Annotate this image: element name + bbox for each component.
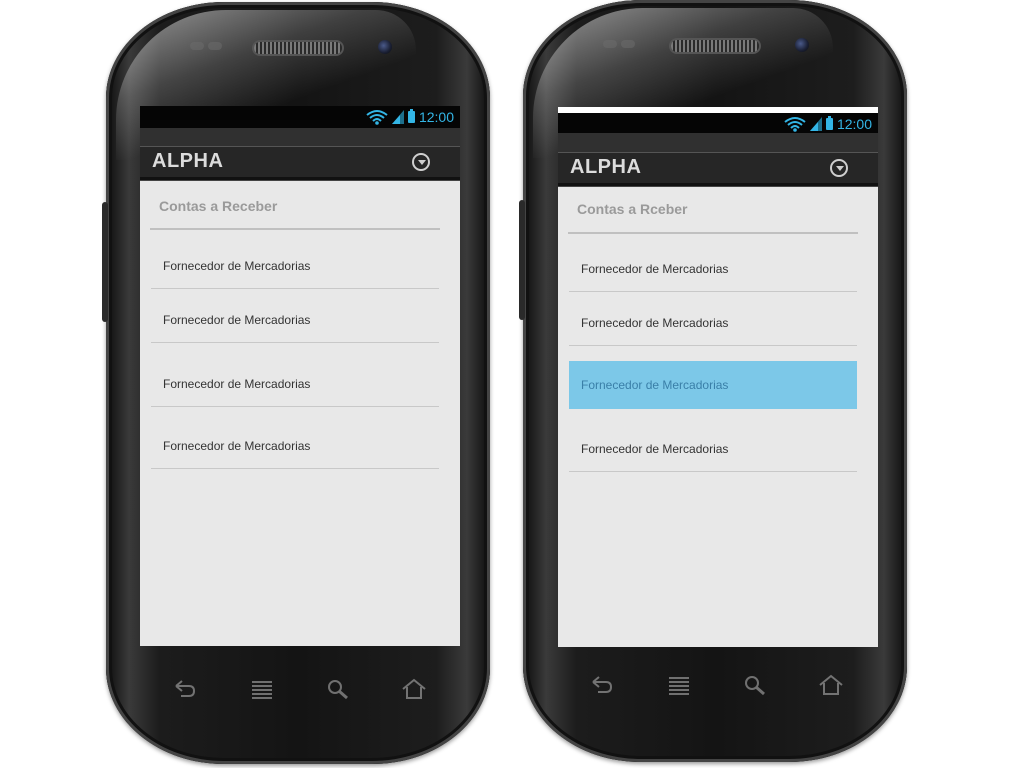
earpiece-speaker bbox=[254, 42, 342, 54]
list-item-selected[interactable]: Fornecedor de Mercadorias bbox=[569, 361, 857, 409]
list-item[interactable]: Fornecedor de Mercadorias bbox=[569, 292, 857, 346]
phone-left: 12:00 ALPHA Contas a Receber Fornecedor … bbox=[102, 2, 490, 764]
light-sensor bbox=[621, 40, 635, 48]
list-item-label: Fornecedor de Mercadorias bbox=[581, 442, 729, 456]
nav-bar bbox=[106, 670, 490, 710]
list-item[interactable]: Fornecedor de Mercadorias bbox=[151, 407, 439, 469]
screen: 12:00 ALPHA Contas a Receber Fornecedor … bbox=[140, 106, 460, 646]
front-camera bbox=[795, 38, 809, 52]
light-sensor bbox=[208, 42, 222, 50]
status-time: 12:00 bbox=[836, 116, 872, 132]
section-divider bbox=[150, 228, 440, 230]
status-bar: 12:00 bbox=[558, 113, 878, 133]
list-item-label: Fornecedor de Mercadorias bbox=[163, 377, 311, 391]
menu-icon[interactable] bbox=[250, 678, 274, 700]
wifi-icon bbox=[784, 117, 806, 132]
phone-right: 12:00 ALPHA Contas a Rceber Fornecedor d… bbox=[519, 0, 907, 762]
app-title: ALPHA bbox=[152, 150, 224, 172]
earpiece-speaker bbox=[671, 40, 759, 52]
list-item[interactable]: Fornecedor de Mercadorias bbox=[569, 409, 857, 472]
status-bar: 12:00 bbox=[140, 106, 460, 128]
list-item[interactable]: Fornecedor de Mercadorias bbox=[151, 289, 439, 343]
section-divider bbox=[568, 232, 858, 234]
list-item-label: Fornecedor de Mercadorias bbox=[163, 313, 311, 327]
battery-icon bbox=[407, 109, 415, 123]
list-item-label: Fornecedor de Mercadorias bbox=[581, 262, 729, 276]
app-title: ALPHA bbox=[570, 156, 642, 178]
battery-icon bbox=[825, 116, 833, 130]
home-icon[interactable] bbox=[402, 678, 426, 700]
dropdown-icon[interactable] bbox=[830, 159, 848, 177]
home-icon[interactable] bbox=[819, 674, 843, 696]
status-time: 12:00 bbox=[418, 109, 454, 125]
volume-button bbox=[519, 200, 525, 320]
signal-icon bbox=[809, 117, 822, 131]
proximity-sensor bbox=[603, 40, 617, 48]
signal-icon bbox=[391, 110, 404, 124]
status-bar-shade bbox=[140, 128, 460, 146]
back-icon[interactable] bbox=[172, 678, 196, 700]
list-item-label: Fornecedor de Mercadorias bbox=[581, 316, 729, 330]
list-item[interactable]: Fornecedor de Mercadorias bbox=[151, 241, 439, 289]
screen: 12:00 ALPHA Contas a Rceber Fornecedor d… bbox=[558, 107, 878, 647]
list-item-label: Fornecedor de Mercadorias bbox=[581, 378, 729, 392]
action-bar: ALPHA bbox=[140, 146, 460, 180]
menu-icon[interactable] bbox=[667, 674, 691, 696]
action-bar: ALPHA bbox=[558, 152, 878, 186]
wifi-icon bbox=[366, 110, 388, 125]
list-item-label: Fornecedor de Mercadorias bbox=[163, 439, 311, 453]
volume-button bbox=[102, 202, 108, 322]
list-item-label: Fornecedor de Mercadorias bbox=[163, 259, 311, 273]
section-title: Contas a Rceber bbox=[577, 201, 688, 217]
status-bar-shade bbox=[558, 133, 878, 152]
list-item[interactable]: Fornecedor de Mercadorias bbox=[151, 343, 439, 407]
front-camera bbox=[378, 40, 392, 54]
dropdown-icon[interactable] bbox=[412, 153, 430, 171]
section-title: Contas a Receber bbox=[159, 198, 278, 214]
search-icon[interactable] bbox=[326, 678, 350, 700]
proximity-sensor bbox=[190, 42, 204, 50]
back-icon[interactable] bbox=[589, 674, 613, 696]
search-icon[interactable] bbox=[743, 674, 767, 696]
nav-bar bbox=[523, 666, 907, 706]
list-item[interactable]: Fornecedor de Mercadorias bbox=[569, 245, 857, 292]
